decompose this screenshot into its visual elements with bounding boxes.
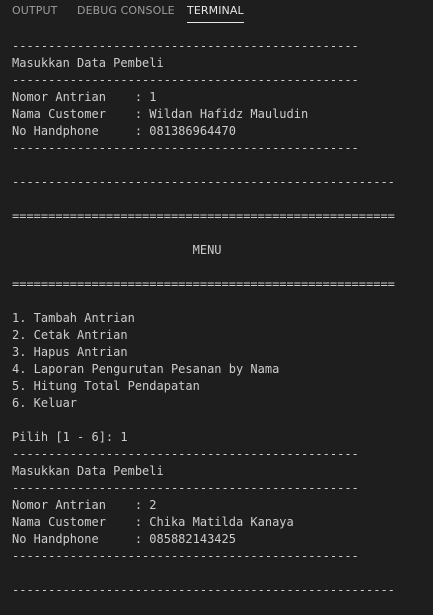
- terminal-line: 2. Cetak Antrian: [12, 328, 128, 342]
- terminal-line: No Handphone : 081386964470: [12, 124, 236, 138]
- terminal-line: MENU: [12, 243, 222, 257]
- terminal-line: 5. Hitung Total Pendapatan: [12, 379, 200, 393]
- terminal-line: Masukkan Data Pembeli: [12, 464, 164, 478]
- terminal-line: Masukkan Data Pembeli: [12, 56, 164, 70]
- tab-terminal[interactable]: TERMINAL: [187, 4, 244, 23]
- terminal-line: Nomor Antrian : 1: [12, 90, 157, 104]
- terminal-output[interactable]: ----------------------------------------…: [12, 38, 427, 599]
- terminal-line: ----------------------------------------…: [12, 141, 359, 155]
- terminal-line: ----------------------------------------…: [12, 447, 359, 461]
- terminal-line: Pilih [1 - 6]: 1: [12, 430, 128, 444]
- terminal-line: 6. Keluar: [12, 396, 78, 410]
- tab-debug-console[interactable]: DEBUG CONSOLE: [77, 4, 175, 22]
- terminal-line: ----------------------------------------…: [12, 481, 359, 495]
- tab-output[interactable]: OUTPUT: [12, 4, 57, 22]
- terminal-line: Nomor Antrian : 2: [12, 498, 157, 512]
- terminal-line: ----------------------------------------…: [12, 175, 395, 189]
- terminal-line: 4. Laporan Pengurutan Pesanan by Nama: [12, 362, 280, 376]
- terminal-line: Nama Customer : Chika Matilda Kanaya: [12, 515, 294, 529]
- terminal-line: Nama Customer : Wildan Hafidz Mauludin: [12, 107, 309, 121]
- terminal-line: No Handphone : 085882143425: [12, 532, 236, 546]
- terminal-line: 3. Hapus Antrian: [12, 345, 128, 359]
- terminal-line: ----------------------------------------…: [12, 39, 359, 53]
- terminal-line: ========================================…: [12, 209, 395, 223]
- terminal-line: 1. Tambah Antrian: [12, 311, 135, 325]
- terminal-line: ----------------------------------------…: [12, 73, 359, 87]
- terminal-line: ========================================…: [12, 277, 395, 291]
- panel-tab-bar: OUTPUT DEBUG CONSOLE TERMINAL: [0, 0, 433, 24]
- terminal-line: ----------------------------------------…: [12, 583, 395, 597]
- terminal-line: ----------------------------------------…: [12, 549, 359, 563]
